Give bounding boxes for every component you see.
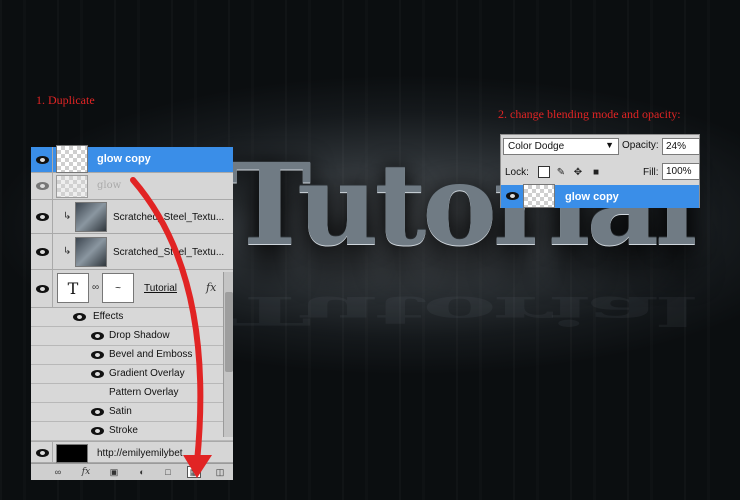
arrow-head xyxy=(183,455,212,478)
annotation-arrow xyxy=(130,177,212,478)
arrow-shaft xyxy=(130,177,204,465)
